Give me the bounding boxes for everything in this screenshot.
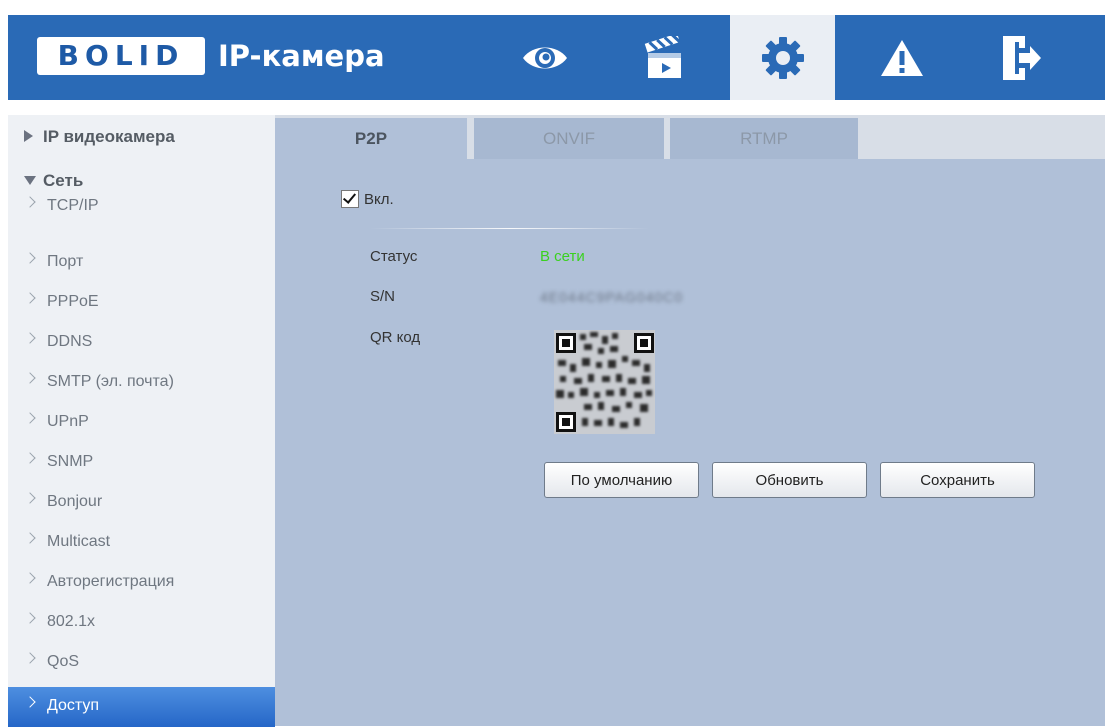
gear-icon <box>761 36 804 79</box>
nav-settings-button[interactable] <box>730 15 835 100</box>
sidebar-section-label: IP видеокамера <box>43 127 175 146</box>
chevron-right-icon <box>24 652 36 664</box>
nav-logout-button[interactable] <box>968 15 1073 100</box>
qr-finder <box>634 333 654 353</box>
tab-onvif[interactable]: ONVIF <box>474 118 664 159</box>
default-button[interactable]: По умолчанию <box>544 462 699 498</box>
top-header: BOLID IP-камера <box>8 15 1105 100</box>
nav-alarm-button[interactable] <box>849 15 954 100</box>
status-value: В сети <box>540 248 585 265</box>
sidebar-item-802-1x[interactable]: 802.1x <box>8 603 275 643</box>
chevron-right-icon <box>24 196 36 208</box>
sidebar-item-smtp[interactable]: SMTP (эл. почта) <box>8 363 275 403</box>
main-panel: P2P ONVIF RTMP Вкл. Статус В сети S/N 4E… <box>275 115 1105 726</box>
qr-code-image <box>554 330 655 434</box>
status-label: Статус <box>370 248 418 265</box>
sidebar-item-label: 802.1x <box>47 613 96 630</box>
clapperboard-icon <box>644 35 681 78</box>
sidebar-item-label: DDNS <box>47 333 93 350</box>
divider <box>370 228 650 229</box>
sn-value: 4E044C9PAG040C0 <box>540 289 684 305</box>
chevron-right-icon <box>24 412 36 424</box>
sidebar-item-label: Порт <box>47 253 84 270</box>
sidebar-item-access[interactable]: Доступ <box>8 687 275 727</box>
sidebar-item-label: QoS <box>47 653 80 670</box>
sidebar-item-label: Multicast <box>47 533 111 550</box>
tab-p2p[interactable]: P2P <box>275 118 467 159</box>
sidebar-item-auto-register[interactable]: Авторегистрация <box>8 563 275 603</box>
qr-finder <box>556 333 576 353</box>
sidebar-item-tcpip[interactable]: TCP/IP <box>8 187 275 227</box>
chevron-right-icon <box>24 572 36 584</box>
chevron-right-icon <box>24 612 36 624</box>
chevron-right-icon <box>24 292 36 304</box>
nav-playback-button[interactable] <box>611 15 716 100</box>
tab-rtmp[interactable]: RTMP <box>670 118 858 159</box>
chevron-right-icon <box>24 332 36 344</box>
chevron-right-icon <box>24 372 36 384</box>
exit-icon <box>1002 35 1041 80</box>
enable-label: Вкл. <box>364 190 394 208</box>
sidebar-item-pppoe[interactable]: PPPoE <box>8 283 275 323</box>
sidebar-item-label: SNMP <box>47 453 94 470</box>
sidebar-section-ip-camera[interactable]: IP видеокамера <box>8 119 275 155</box>
app-title: IP-камера <box>218 39 385 73</box>
sidebar: IP видеокамера Сеть TCP/IP Порт PPPoE DD… <box>8 115 275 727</box>
warning-icon <box>880 39 923 76</box>
chevron-right-icon <box>24 452 36 464</box>
qr-label: QR код <box>370 329 421 346</box>
enable-checkbox[interactable] <box>341 190 359 208</box>
sidebar-item-label: PPPoE <box>47 293 99 310</box>
chevron-right-icon <box>24 252 36 264</box>
sidebar-item-label: TCP/IP <box>47 197 99 214</box>
enable-row: Вкл. <box>341 188 394 210</box>
nav-live-view-button[interactable] <box>492 15 597 100</box>
sn-label: S/N <box>370 288 396 305</box>
sidebar-item-ddns[interactable]: DDNS <box>8 323 275 363</box>
collapsed-arrow-icon <box>24 130 33 142</box>
sidebar-item-bonjour[interactable]: Bonjour <box>8 483 275 523</box>
sidebar-item-multicast[interactable]: Multicast <box>8 523 275 563</box>
chevron-right-icon <box>24 492 36 504</box>
logo-badge: BOLID <box>37 37 205 75</box>
sidebar-item-snmp[interactable]: SNMP <box>8 443 275 483</box>
logo-text: BOLID <box>57 39 185 72</box>
sidebar-item-qos[interactable]: QoS <box>8 643 275 683</box>
refresh-button[interactable]: Обновить <box>712 462 867 498</box>
tab-bar: P2P ONVIF RTMP <box>275 115 1105 159</box>
sidebar-item-label: Доступ <box>47 697 100 714</box>
save-button[interactable]: Сохранить <box>880 462 1035 498</box>
eye-icon <box>522 47 567 68</box>
chevron-right-icon <box>24 532 36 544</box>
sidebar-item-label: SMTP (эл. почта) <box>47 373 174 390</box>
chevron-right-icon <box>24 696 36 708</box>
sidebar-item-label: UPnP <box>47 413 89 430</box>
sidebar-item-label: Bonjour <box>47 493 103 510</box>
qr-finder <box>556 412 576 432</box>
expanded-arrow-icon <box>24 176 36 185</box>
sidebar-item-upnp[interactable]: UPnP <box>8 403 275 443</box>
sidebar-item-label: Авторегистрация <box>47 573 175 590</box>
sidebar-item-port[interactable]: Порт <box>8 243 275 283</box>
